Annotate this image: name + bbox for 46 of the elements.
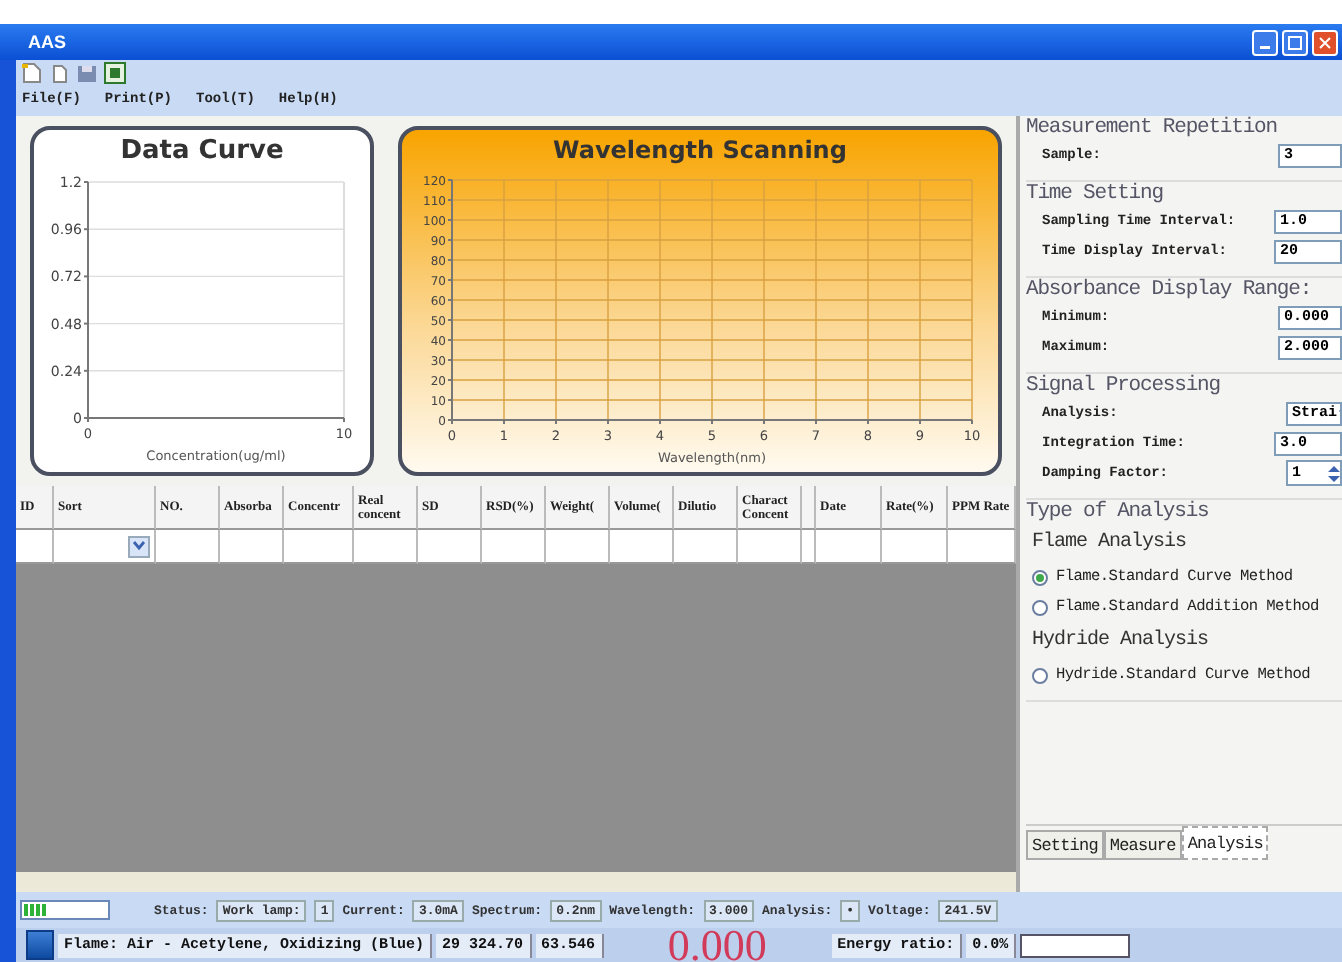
table-cell	[610, 530, 674, 564]
maximize-icon	[1288, 35, 1302, 49]
group-title: Absorbance Display Range:	[1026, 278, 1314, 302]
radio-button[interactable]	[1032, 569, 1048, 585]
new-document-icon	[20, 61, 42, 83]
radio-button[interactable]	[1032, 667, 1048, 683]
table-cell	[354, 530, 418, 564]
table-cell	[220, 530, 284, 564]
absorbance-reading: 0.000	[665, 930, 769, 960]
table-cell	[738, 530, 802, 564]
spreadsheet-icon	[104, 61, 126, 83]
window-title: AAS	[28, 32, 67, 52]
tab[interactable]: Setting	[1026, 830, 1104, 860]
toolbar-button[interactable]	[48, 61, 70, 83]
radio-button[interactable]	[1032, 599, 1048, 615]
chart-title: Data Curve	[120, 136, 284, 166]
group-title: Measurement Repetition	[1026, 116, 1279, 140]
table-cell	[418, 530, 482, 564]
chevron-down-icon	[132, 540, 146, 552]
spin-arrows-icon	[1328, 463, 1340, 483]
minimize-button[interactable]	[1252, 29, 1278, 55]
table-cell	[816, 530, 882, 564]
table-cell	[674, 530, 738, 564]
maximize-button[interactable]	[1282, 29, 1308, 55]
table-cell	[882, 530, 948, 564]
toolbar-button[interactable]	[104, 61, 126, 83]
dropdown-button[interactable]	[128, 535, 150, 557]
table-cell	[284, 530, 354, 564]
section-heading: Flame Analysis	[1032, 532, 1187, 554]
close-icon	[1318, 35, 1332, 49]
app-button[interactable]	[26, 930, 54, 960]
table-cell	[546, 530, 610, 564]
close-button[interactable]	[1312, 29, 1338, 55]
toolbar-button[interactable]	[20, 61, 42, 83]
tab[interactable]: Analysis	[1181, 826, 1269, 860]
table-cell	[948, 530, 1016, 564]
group-title: Time Setting	[1026, 182, 1165, 206]
group-title: Signal Processing	[1026, 374, 1222, 398]
table-cell	[482, 530, 546, 564]
section-heading: Hydride Analysis	[1032, 630, 1209, 652]
tab[interactable]: Measure	[1103, 830, 1182, 860]
chart-title: Wavelength Scanning	[553, 136, 847, 164]
group-title: Type of Analysis	[1026, 500, 1211, 524]
toolbar-button[interactable]	[76, 61, 98, 83]
output-field	[1020, 933, 1131, 957]
signal-meter	[20, 900, 110, 920]
